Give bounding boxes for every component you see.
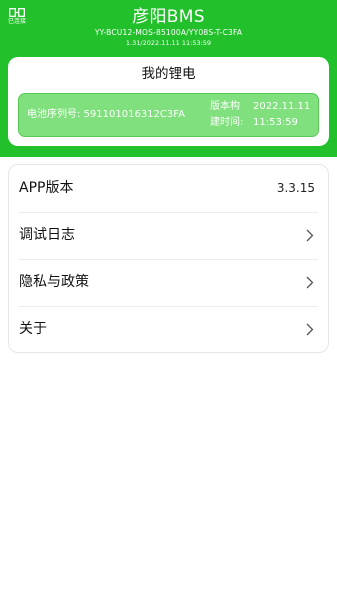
chevron-right-icon	[306, 276, 314, 289]
build-time-value: 11:53:59	[253, 117, 298, 128]
battery-card: 我的锂电 电池序列号: 591101016312C3FA 版本构 2022.11…	[8, 57, 329, 146]
firmware-info: 1.31/2022.11.11 11:53:59	[125, 39, 212, 47]
menu-item-app-version[interactable]: APP版本 3.3.15	[9, 165, 328, 212]
battery-card-title: 我的锂电	[141, 66, 196, 82]
menu-item-label: 隐私与政策	[19, 274, 89, 290]
menu-item-privacy-policy[interactable]: 隐私与政策	[9, 259, 328, 306]
serial-value: 591101016312C3FA	[83, 109, 185, 120]
serial-label: 电池序列号:	[27, 109, 81, 120]
version-label: 版本构	[210, 101, 240, 112]
app-title: 彦阳BMS	[132, 7, 205, 27]
menu-item-label: 调试日志	[19, 227, 75, 243]
device-model: YY-BCU12-MOS-85100A/YY08S-T-C3FA	[94, 28, 243, 37]
menu-item-about[interactable]: 关于	[9, 306, 328, 353]
battery-info-box[interactable]: 电池序列号: 591101016312C3FA 版本构 2022.11.11 建…	[18, 93, 319, 137]
chevron-right-icon	[306, 323, 314, 336]
serial-number: 电池序列号: 591101016312C3FA	[27, 94, 185, 136]
menu-item-label: APP版本	[19, 180, 74, 196]
menu-item-label: 关于	[19, 321, 47, 337]
build-time-label: 建时间:	[210, 117, 244, 128]
settings-menu: APP版本 3.3.15 调试日志 隐私与政策 关于	[8, 164, 329, 353]
chevron-right-icon	[306, 229, 314, 242]
app-version-value: 3.3.15	[276, 181, 315, 195]
version-value: 2022.11.11	[253, 101, 311, 112]
menu-item-debug-log[interactable]: 调试日志	[9, 212, 328, 259]
header-bar: 已连接 彦阳BMS YY-BCU12-MOS-85100A/YY08S-T-C3…	[0, 0, 337, 157]
